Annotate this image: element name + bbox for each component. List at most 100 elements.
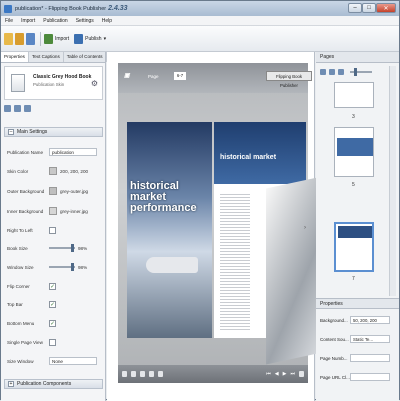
skin-color-swatch[interactable] xyxy=(49,167,57,175)
page-number-field[interactable]: 6-7 xyxy=(174,72,186,80)
right-page-text xyxy=(220,192,250,332)
next-page-arrow-icon[interactable]: › xyxy=(304,225,306,231)
toolbar: Import Publish ▾ xyxy=(1,26,399,52)
inner-background-label: Inner Background xyxy=(7,208,44,214)
pages-toolbar xyxy=(320,67,396,77)
top-bar-checkbox[interactable]: ✓ xyxy=(49,300,56,308)
page-url-field[interactable] xyxy=(350,373,390,381)
next-page-icon[interactable]: ▶ xyxy=(283,371,287,377)
template-selector[interactable]: Classic Grey Hood Book Publication Skin … xyxy=(4,66,103,100)
first-page-icon[interactable]: ⏮ xyxy=(266,371,271,377)
menu-help[interactable]: Help xyxy=(98,18,116,24)
book-bottom-bar: ⏮ ◀ ▶ ⏭ xyxy=(118,365,308,383)
flip-corner-checkbox[interactable]: ✓ xyxy=(49,282,56,290)
left-tabs: Properties Text Captions Table of Conten… xyxy=(1,52,107,63)
minimize-button[interactable]: – xyxy=(348,3,362,13)
menu-import[interactable]: Import xyxy=(17,18,39,24)
single-page-view-checkbox[interactable] xyxy=(49,338,56,346)
page-thumbnail[interactable] xyxy=(334,127,374,177)
thumb-size-knob[interactable] xyxy=(354,68,357,76)
thumb-size-slider[interactable] xyxy=(350,68,372,76)
right-panel: Pages 3 5 7 Properties Background... 50,… xyxy=(316,52,399,401)
book-size-value[interactable]: 98% xyxy=(78,246,87,251)
window-title: publication* - Flipping Book Publisher xyxy=(15,5,107,12)
move-page-icon[interactable] xyxy=(338,69,344,75)
book-top-bar: ▣ Page 6-7 Flipping Book Publisher xyxy=(118,63,312,93)
background-color-field[interactable]: 50, 200, 200 xyxy=(350,316,390,324)
tab-table-of-contents[interactable]: Table of Contents xyxy=(64,52,107,62)
tab-text-captions[interactable]: Text Captions xyxy=(29,52,64,62)
outer-background-label: Outer Background xyxy=(7,188,45,194)
import-button[interactable]: Import xyxy=(44,33,70,44)
skin-color-value[interactable]: 200, 200, 200 xyxy=(60,169,88,174)
save-icon[interactable] xyxy=(26,32,35,45)
last-page-icon[interactable]: ⏭ xyxy=(290,371,295,377)
flip-corner-row: Flip Corner ✓ xyxy=(7,280,103,292)
thumbnails-scrollbar[interactable] xyxy=(389,66,396,296)
outer-background-value[interactable]: grey-outer.jpg xyxy=(60,189,88,194)
list-icon[interactable] xyxy=(14,104,21,112)
right-to-left-row: Right To Left xyxy=(7,224,103,236)
print-icon[interactable] xyxy=(140,371,145,377)
right-to-left-checkbox[interactable] xyxy=(49,226,56,234)
publication-name-label: Publication Name xyxy=(7,149,44,155)
window-size-label: Window Size xyxy=(7,264,34,270)
tab-properties[interactable]: Properties xyxy=(1,52,29,62)
bottom-menu-row: Bottom Menu ✓ xyxy=(7,317,103,329)
publication-components-title: Publication Components xyxy=(17,381,72,387)
zoom-icon[interactable] xyxy=(131,371,136,377)
import-label: Import xyxy=(55,35,70,42)
menu-publication[interactable]: Publication xyxy=(39,18,71,24)
toolbar-separator xyxy=(40,31,41,46)
bottom-menu-checkbox[interactable]: ✓ xyxy=(49,319,56,327)
version-label: 2.4.33 xyxy=(108,5,128,12)
main-settings-header[interactable]: – Main Settings xyxy=(4,127,103,137)
book-size-knob[interactable] xyxy=(71,244,74,252)
window-size-slider[interactable] xyxy=(49,263,75,271)
help-icon[interactable] xyxy=(24,104,31,112)
add-page-icon[interactable] xyxy=(320,69,326,75)
main-settings-title: Main Settings xyxy=(17,129,48,135)
thumbnail-image xyxy=(338,226,372,238)
close-button[interactable]: ✕ xyxy=(376,3,396,13)
open-icon[interactable] xyxy=(15,32,24,45)
publication-components-header[interactable]: + Publication Components xyxy=(4,379,103,389)
template-name: Classic Grey Hood Book xyxy=(33,74,92,80)
inner-background-value[interactable]: grey-inner.jpg xyxy=(60,209,88,214)
left-page[interactable] xyxy=(127,122,212,338)
book-title-button[interactable]: Flipping Book Publisher xyxy=(266,71,312,88)
window-size-knob[interactable] xyxy=(71,263,74,271)
window-size-value[interactable]: 98% xyxy=(78,265,87,270)
chevron-down-icon: ▾ xyxy=(103,35,107,42)
size-window-select[interactable]: None xyxy=(49,357,97,365)
background-color-label: Background... xyxy=(320,317,348,323)
page-thumbnail[interactable] xyxy=(334,82,374,108)
book-size-slider[interactable] xyxy=(49,244,75,252)
outer-background-swatch[interactable] xyxy=(49,187,57,195)
sound-icon[interactable] xyxy=(158,371,163,377)
title-bar[interactable]: publication* - Flipping Book Publisher 2… xyxy=(1,1,399,16)
page-number: 5 xyxy=(352,182,355,188)
inner-background-swatch[interactable] xyxy=(49,207,57,215)
menu-settings[interactable]: Settings xyxy=(72,18,98,24)
prev-page-icon[interactable]: ◀ xyxy=(275,371,279,377)
publication-name-field[interactable]: publication xyxy=(49,148,97,156)
book-preview[interactable]: ▣ Page 6-7 Flipping Book Publisher histo… xyxy=(118,63,336,383)
top-bar-label: Top Bar xyxy=(7,301,23,307)
sort-icon[interactable] xyxy=(4,104,11,112)
thumbnails-icon[interactable] xyxy=(122,371,127,377)
publish-button[interactable]: Publish ▾ xyxy=(74,33,107,44)
gear-icon[interactable]: ⚙ xyxy=(91,79,98,88)
right-page-headline: historical market xyxy=(220,154,277,161)
share-icon[interactable] xyxy=(149,371,154,377)
page-number-field[interactable] xyxy=(350,354,390,362)
menu-file[interactable]: File xyxy=(1,18,17,24)
content-source-select[interactable]: Static Te... xyxy=(350,335,390,343)
menu-bar: File Import Publication Settings Help xyxy=(1,16,399,26)
delete-page-icon[interactable] xyxy=(329,69,335,75)
top-bar-row: Top Bar ✓ xyxy=(7,298,103,310)
page-thumbnail-selected[interactable] xyxy=(334,222,374,272)
fullscreen-icon[interactable] xyxy=(299,371,304,377)
maximize-button[interactable]: □ xyxy=(362,3,376,13)
new-icon[interactable] xyxy=(4,32,13,45)
